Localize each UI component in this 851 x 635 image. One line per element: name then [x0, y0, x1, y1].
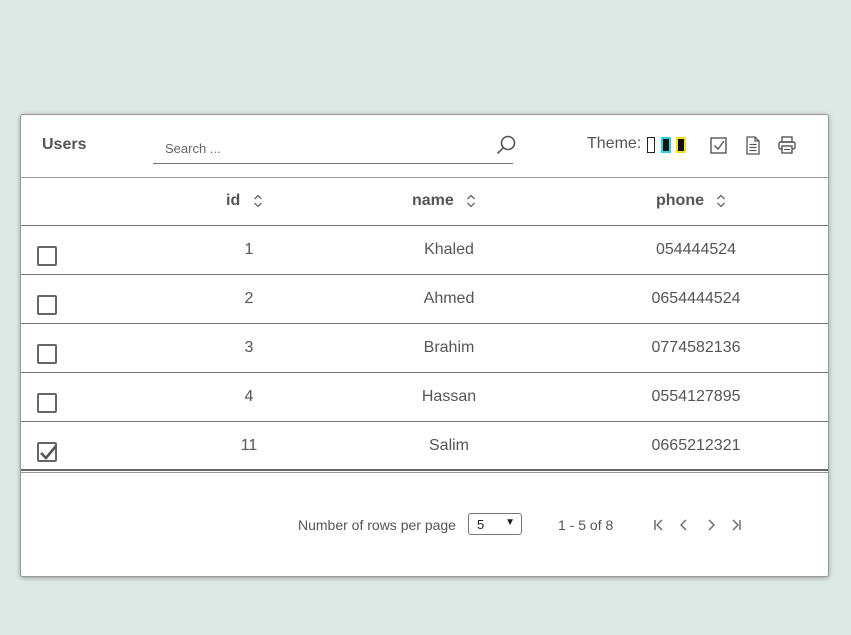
- users-table-card: Users Theme:: [20, 114, 829, 577]
- table-toolbar: Users Theme:: [21, 115, 828, 177]
- search-icon[interactable]: [495, 134, 517, 156]
- table-row[interactable]: 4 Hassan 0554127895: [21, 373, 828, 422]
- cell-id: 4: [244, 388, 254, 405]
- row-checkbox[interactable]: [37, 246, 57, 266]
- sort-icon[interactable]: [716, 193, 726, 209]
- next-page-icon[interactable]: [704, 518, 718, 532]
- column-header-phone[interactable]: phone: [656, 192, 726, 210]
- dropdown-arrow-icon: ▼: [505, 517, 515, 528]
- cell-phone: 0774582136: [651, 339, 741, 356]
- row-checkbox[interactable]: [37, 344, 57, 364]
- sort-icon[interactable]: [466, 193, 476, 209]
- cell-phone: 0554127895: [651, 388, 741, 405]
- row-checkbox[interactable]: [37, 295, 57, 315]
- pagination-footer: Number of rows per page 5 ▼ 1 - 5 of 8: [21, 472, 828, 577]
- cell-phone: 0665212321: [651, 437, 741, 454]
- cell-name: Khaled: [424, 241, 474, 258]
- prev-page-icon[interactable]: [677, 518, 691, 532]
- row-checkbox[interactable]: [37, 393, 57, 413]
- theme-swatch-default[interactable]: [647, 137, 655, 153]
- table-title: Users: [42, 136, 87, 153]
- theme-swatch-yellow[interactable]: [676, 137, 686, 153]
- cell-id: 1: [244, 241, 254, 258]
- last-page-icon[interactable]: [729, 518, 743, 532]
- cell-phone: 0654444524: [651, 290, 741, 307]
- cell-name: Salim: [428, 437, 470, 454]
- theme-swatch-cyan[interactable]: [661, 137, 671, 153]
- rows-per-page-label: Number of rows per page: [298, 517, 456, 533]
- cell-id: 3: [244, 339, 254, 356]
- theme-label: Theme:: [587, 135, 642, 152]
- cell-name: Brahim: [423, 339, 475, 356]
- checkbox-check-icon[interactable]: [709, 135, 729, 155]
- table-row[interactable]: 1 Khaled 054444524: [21, 226, 828, 275]
- cell-name: Ahmed: [423, 290, 475, 307]
- first-page-icon[interactable]: [652, 518, 666, 532]
- document-icon[interactable]: [743, 135, 763, 155]
- table-row[interactable]: 2 Ahmed 0654444524: [21, 275, 828, 324]
- cell-id: 11: [240, 437, 258, 454]
- cell-name: Hassan: [421, 388, 477, 405]
- check-icon: [40, 445, 57, 460]
- search-input[interactable]: [163, 137, 487, 159]
- cell-id: 2: [244, 290, 254, 307]
- pagination-range: 1 - 5 of 8: [558, 517, 614, 533]
- table-header-row: id name phone: [21, 177, 828, 226]
- search-box: [153, 131, 516, 164]
- column-header-label: phone: [656, 192, 704, 209]
- column-header-id[interactable]: id: [226, 192, 263, 210]
- column-header-name[interactable]: name: [412, 192, 476, 210]
- table-row[interactable]: 11 Salim 0665212321: [21, 422, 828, 471]
- column-header-label: name: [412, 192, 454, 209]
- rows-per-page-value: 5: [477, 517, 485, 532]
- cell-phone: 054444524: [655, 241, 737, 258]
- column-header-label: id: [226, 192, 241, 209]
- rows-per-page-select[interactable]: 5 ▼: [468, 513, 522, 535]
- sort-icon[interactable]: [253, 193, 263, 209]
- row-checkbox-checked[interactable]: [37, 442, 57, 462]
- printer-icon[interactable]: [777, 135, 797, 155]
- table-row[interactable]: 3 Brahim 0774582136: [21, 324, 828, 373]
